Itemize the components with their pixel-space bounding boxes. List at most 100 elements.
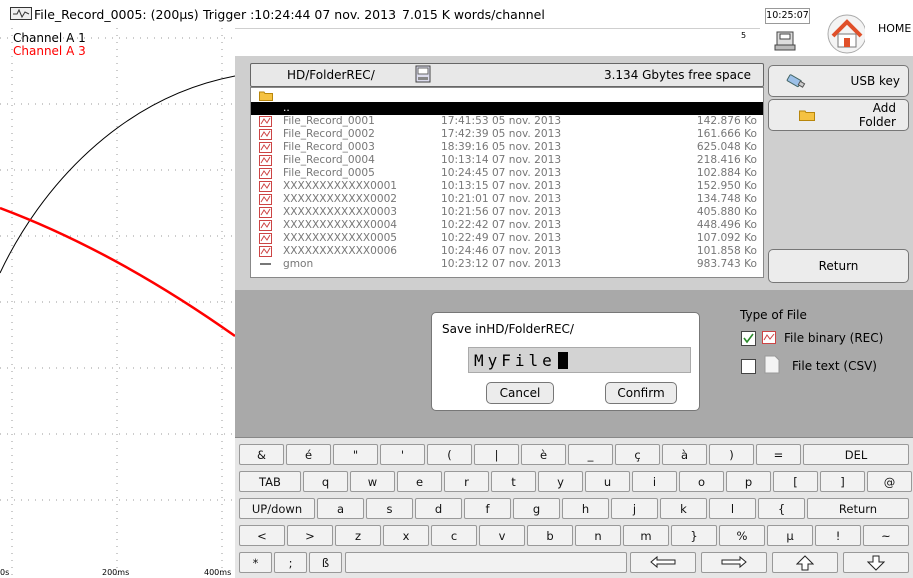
clock: 10:25:07 [765,8,810,24]
arrow-left-key[interactable] [630,552,696,573]
home-button[interactable]: HOME [823,8,913,60]
key[interactable]: ç [615,444,660,465]
key[interactable]: ) [709,444,754,465]
arrow-up-key[interactable] [772,552,838,573]
key[interactable]: _ [568,444,613,465]
filename-input[interactable]: MyFile [468,347,691,373]
confirm-button[interactable]: Confirm [605,382,677,404]
key[interactable]: * [239,552,272,573]
arrow-left-icon [649,555,677,576]
key[interactable]: z [335,525,381,546]
arrow-down-key[interactable] [843,552,909,573]
return-label: Return [818,259,859,273]
key[interactable]: & [239,444,284,465]
trigger-time: Trigger :10:24:44 07 nov. 2013 [203,7,397,22]
key[interactable]: c [431,525,477,546]
key[interactable]: " [333,444,378,465]
key[interactable]: à [662,444,707,465]
key[interactable]: a [317,498,364,519]
file-size: 448.496 Ko [696,219,757,231]
file-row[interactable]: XXXXXXXXXXXX0001 10:13:15 07 nov. 2013 152… [251,180,763,193]
key[interactable]: ( [427,444,472,465]
file-row[interactable]: File_Record_0004 10:13:14 07 nov. 2013 218… [251,154,763,167]
key[interactable]: ] [820,471,865,492]
file-row[interactable]: File_Record_0001 17:41:53 05 nov. 2013 142… [251,115,763,128]
key[interactable]: y [538,471,583,492]
list-item-parent[interactable]: .. [251,102,763,115]
usb-key-button[interactable]: USB key [768,65,909,97]
file-row[interactable]: XXXXXXXXXXXX0004 10:22:42 07 nov. 2013 448… [251,219,763,232]
key[interactable]: q [303,471,348,492]
key[interactable]: é [286,444,331,465]
list-item-folder-icon-row[interactable] [251,89,763,102]
key[interactable]: ' [380,444,425,465]
key[interactable]: u [585,471,630,492]
key[interactable]: f [464,498,511,519]
return-button[interactable]: Return [768,249,909,283]
file-row[interactable]: File_Record_0003 18:39:16 05 nov. 2013 625… [251,141,763,154]
key[interactable]: } [671,525,717,546]
key[interactable]: j [611,498,658,519]
key[interactable]: ß [309,552,342,573]
space-key[interactable] [345,552,627,573]
file-row[interactable]: XXXXXXXXXXXX0005 10:22:49 07 nov. 2013 107… [251,232,763,245]
key[interactable]: µ [767,525,813,546]
key[interactable]: < [239,525,285,546]
key[interactable]: v [479,525,525,546]
key[interactable]: e [397,471,442,492]
key[interactable]: l [709,498,756,519]
save-settings-button[interactable] [765,26,808,56]
key[interactable]: n [575,525,621,546]
text-checkbox[interactable] [741,359,756,374]
binary-checkbox[interactable] [741,331,756,346]
key[interactable]: ~ [863,525,909,546]
key[interactable]: % [719,525,765,546]
key[interactable]: ; [274,552,307,573]
file-row[interactable]: File_Record_0005 10:24:45 07 nov. 2013 102… [251,167,763,180]
file-size: 107.092 Ko [696,232,757,244]
arrow-right-key[interactable] [701,552,767,573]
file-row[interactable]: File_Record_0002 17:42:39 05 nov. 2013 161… [251,128,763,141]
channel-a3-label: Channel A 3 [13,44,86,58]
file-row[interactable]: gmon 10:23:12 07 nov. 2013 983.743 Ko [251,258,763,271]
key[interactable]: w [350,471,395,492]
file-row[interactable]: XXXXXXXXXXXX0002 10:21:01 07 nov. 2013 134… [251,193,763,206]
waveform-plot[interactable]: Channel A 1 Channel A 3 0s 200ms 400ms [0,28,235,577]
key[interactable]: g [513,498,560,519]
shift-case-key[interactable]: UP/down [239,498,315,519]
key[interactable]: b [527,525,573,546]
file-row[interactable]: XXXXXXXXXXXX0006 10:24:46 07 nov. 2013 101… [251,245,763,258]
key[interactable]: o [679,471,724,492]
return-key[interactable]: Return [807,498,909,519]
file-name: XXXXXXXXXXXX0002 [283,193,398,205]
file-date: 10:24:46 07 nov. 2013 [441,245,562,257]
key[interactable]: i [632,471,677,492]
file-list[interactable]: .. File_Record_0001 17:41:53 05 nov. 2013… [250,87,764,278]
save-dialog-title: Save inHD/FolderREC/ [442,322,574,336]
tab-key[interactable]: TAB [239,471,301,492]
waveform-grid [0,28,235,577]
key[interactable]: x [383,525,429,546]
delete-key[interactable]: DEL [803,444,909,465]
key[interactable]: = [756,444,801,465]
key[interactable]: ! [815,525,861,546]
key[interactable]: m [623,525,669,546]
key[interactable]: > [287,525,333,546]
key[interactable]: p [726,471,771,492]
file-date: 10:24:45 07 nov. 2013 [441,167,562,179]
file-size: 161.666 Ko [696,128,757,140]
key[interactable]: { [758,498,805,519]
key[interactable]: è [521,444,566,465]
file-row[interactable]: XXXXXXXXXXXX0003 10:21:56 07 nov. 2013 405… [251,206,763,219]
key[interactable]: | [474,444,519,465]
key[interactable]: h [562,498,609,519]
add-folder-button[interactable]: Add Folder [768,99,909,131]
cancel-button[interactable]: Cancel [486,382,554,404]
key[interactable]: [ [773,471,818,492]
key[interactable]: @ [867,471,912,492]
key[interactable]: d [415,498,462,519]
key[interactable]: r [444,471,489,492]
key[interactable]: t [491,471,536,492]
key[interactable]: k [660,498,707,519]
key[interactable]: s [366,498,413,519]
